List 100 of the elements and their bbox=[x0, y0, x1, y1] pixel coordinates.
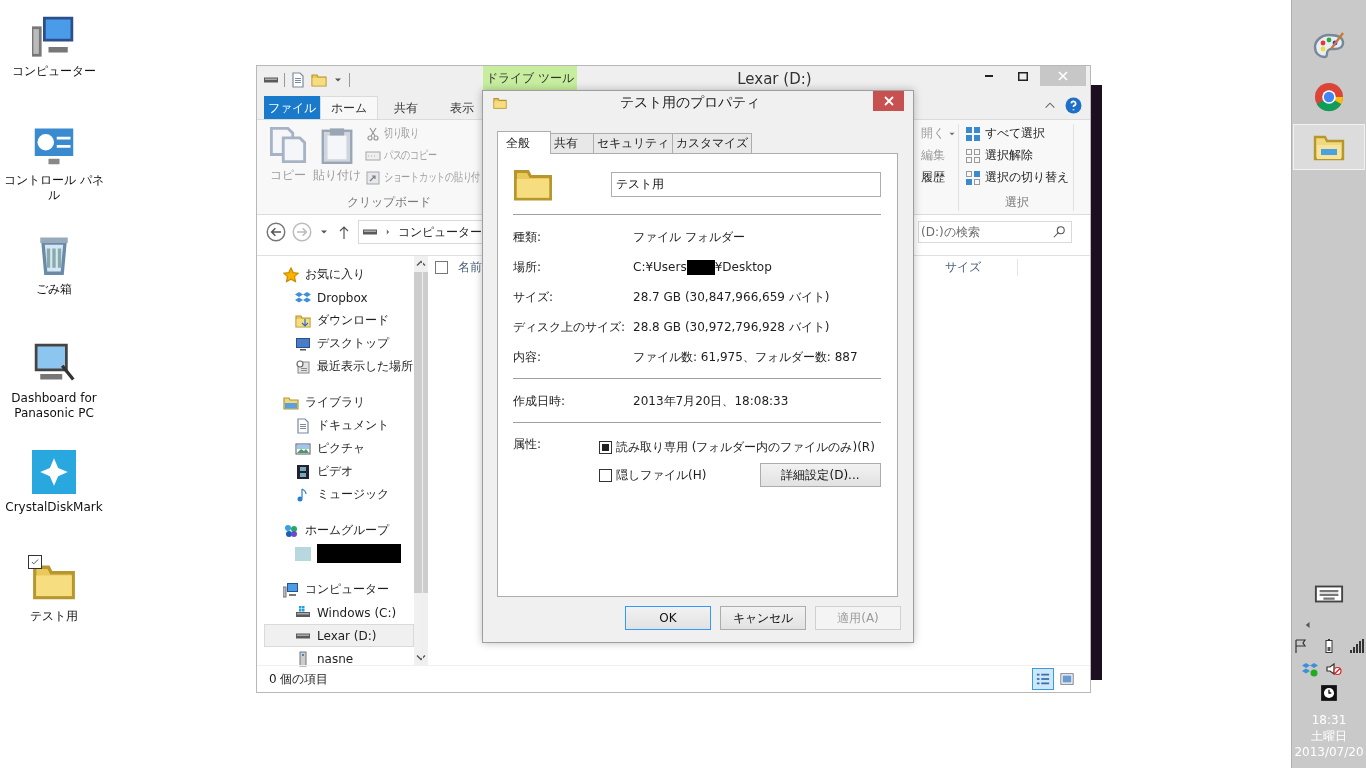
close-icon bbox=[883, 96, 894, 106]
nav-item[interactable]: ダウンロード bbox=[264, 309, 414, 332]
scroll-up-icon[interactable] bbox=[416, 260, 426, 266]
nav-item[interactable]: コンピューター bbox=[264, 578, 414, 601]
dialog-title: テスト用のプロパティ bbox=[619, 94, 761, 112]
scissors-icon bbox=[365, 125, 381, 142]
drive-icon bbox=[263, 77, 279, 83]
column-header[interactable]: サイズ bbox=[937, 258, 1018, 276]
dialog-button[interactable]: キャンセル bbox=[720, 606, 806, 630]
picture-icon bbox=[295, 440, 311, 457]
computer-icon[interactable] bbox=[32, 14, 76, 58]
property-value: ファイル数: 61,975、フォルダー数: 887 bbox=[633, 348, 858, 366]
details-view-icon bbox=[1036, 672, 1050, 686]
dialog-tab[interactable]: セキュリティ bbox=[593, 133, 673, 153]
property-value: ¥Desktop bbox=[714, 260, 772, 274]
ribbon-small-button[interactable]: 履歴 bbox=[921, 168, 957, 187]
ribbon-small-button[interactable]: 選択解除 bbox=[965, 146, 1069, 165]
nav-item[interactable]: ライブラリ bbox=[264, 391, 414, 414]
properties-icon[interactable] bbox=[290, 72, 306, 88]
desktop-icon-label[interactable]: CrystalDiskMark bbox=[5, 500, 103, 515]
property-value: 2013年7月20日、18:08:33 bbox=[633, 392, 789, 410]
nav-item[interactable]: ドキュメント bbox=[264, 414, 414, 437]
invert-selection-icon bbox=[965, 169, 981, 186]
ribbon-small-button[interactable]: すべて選択 bbox=[965, 124, 1069, 143]
property-label: 属性: bbox=[513, 436, 543, 453]
property-label: サイズ: bbox=[513, 288, 555, 306]
property-label: 場所: bbox=[513, 258, 543, 276]
property-label: ディスク上のサイズ: bbox=[513, 318, 627, 336]
nav-item[interactable]: デスクトップ bbox=[264, 332, 414, 355]
ribbon-group-label: クリップボード bbox=[346, 194, 431, 211]
document-icon bbox=[295, 417, 311, 434]
scroll-down-icon[interactable] bbox=[416, 655, 426, 661]
nav-item[interactable]: ミュージック bbox=[264, 483, 414, 506]
ribbon-group-label: 選択 bbox=[1005, 194, 1029, 211]
nav-item[interactable]: Dropbox bbox=[264, 286, 414, 309]
status-text: 0 個の項目 bbox=[269, 670, 329, 688]
selection-checkbox[interactable] bbox=[28, 555, 42, 569]
redaction-block bbox=[686, 259, 715, 275]
signal-icon[interactable] bbox=[1349, 638, 1365, 654]
desktop-icon-label[interactable]: Dashboard for Panasonic PC bbox=[1, 391, 107, 421]
nav-item[interactable]: 最近表示した場所 bbox=[264, 355, 414, 378]
drive-icon bbox=[362, 229, 378, 235]
select-none-icon bbox=[965, 147, 981, 164]
avatar-picture-placeholder bbox=[295, 545, 311, 562]
ribbon-small-button[interactable]: 選択の切り替え bbox=[965, 168, 1069, 187]
library-folder-icon bbox=[283, 394, 299, 411]
shortcut-icon bbox=[365, 169, 381, 186]
select-all-checkbox[interactable] bbox=[435, 260, 448, 274]
help-icon[interactable] bbox=[1065, 96, 1082, 114]
nav-item[interactable]: ホームグループ bbox=[264, 519, 414, 542]
muted-speaker-icon[interactable] bbox=[1326, 661, 1342, 677]
desktop-icon-label[interactable]: コンピューター bbox=[12, 64, 96, 79]
advanced-button[interactable]: 詳細設定(D)... bbox=[760, 463, 881, 487]
desktop-icon-label[interactable]: ごみ箱 bbox=[36, 282, 72, 297]
ribbon-tab[interactable]: 共有 bbox=[378, 96, 434, 119]
ribbon-tab[interactable]: ファイル bbox=[264, 96, 320, 119]
browser-logo-icon bbox=[1313, 81, 1345, 113]
film-icon bbox=[295, 463, 311, 480]
close-button[interactable] bbox=[873, 91, 904, 111]
select-all-icon bbox=[965, 125, 981, 142]
flag-icon[interactable] bbox=[1293, 638, 1309, 654]
copy-icon bbox=[269, 126, 307, 164]
desktop-icon-label[interactable]: テスト用 bbox=[30, 609, 78, 624]
window-title: Lexar (D:) bbox=[736, 70, 813, 90]
property-value: 28.7 GB (30,847,966,659 バイト) bbox=[633, 288, 830, 306]
context-tab[interactable]: ドライブ ツール bbox=[483, 66, 577, 91]
attribute-checkbox[interactable]: 隠しファイル(H) bbox=[599, 466, 707, 484]
search-icon[interactable] bbox=[1052, 225, 1066, 239]
recent-places-icon bbox=[295, 358, 311, 375]
dialog-tab[interactable]: 共有 bbox=[550, 133, 594, 153]
property-value: C:¥Users bbox=[633, 260, 687, 274]
folder-icon bbox=[493, 96, 507, 110]
tick-icon bbox=[30, 557, 40, 567]
dialog-tab[interactable]: カスタマイズ bbox=[672, 133, 752, 153]
computer-icon bbox=[283, 581, 299, 598]
nav-item[interactable]: Windows (C:) bbox=[264, 601, 414, 624]
nav-item[interactable]: お気に入り bbox=[264, 263, 414, 286]
back-icon[interactable] bbox=[266, 222, 286, 242]
name-field[interactable]: テスト用 bbox=[611, 171, 881, 197]
clock-app-icon[interactable] bbox=[1320, 684, 1338, 702]
attribute-checkbox[interactable]: 読み取り専用 (フォルダー内のファイルのみ)(R) bbox=[599, 438, 875, 456]
maximize-icon bbox=[1018, 71, 1028, 81]
view-toggle-button[interactable] bbox=[1032, 668, 1054, 690]
search-field[interactable]: (D:)の検索 bbox=[918, 221, 1072, 243]
flower-tile-icon[interactable] bbox=[32, 450, 76, 494]
property-label: 内容: bbox=[513, 348, 543, 366]
nav-item[interactable]: ビデオ bbox=[264, 460, 414, 483]
dialog-button[interactable]: OK bbox=[625, 606, 711, 630]
ribbon-tab[interactable]: ホーム bbox=[320, 96, 378, 119]
dialog-tab[interactable]: 全般 bbox=[497, 131, 551, 154]
monitor-icon bbox=[295, 335, 311, 352]
breadcrumb[interactable]: コンピューター bbox=[398, 223, 482, 241]
download-folder-icon bbox=[295, 312, 311, 329]
taskbar-button[interactable] bbox=[1293, 124, 1365, 170]
desktop-icon-label[interactable]: コントロール パネル bbox=[1, 173, 107, 203]
nav-item[interactable]: ピクチャ bbox=[264, 437, 414, 460]
star-icon bbox=[283, 266, 299, 283]
drive-icon bbox=[295, 632, 311, 639]
nav-item[interactable]: nasne bbox=[264, 647, 414, 670]
nav-item[interactable]: Lexar (D:) bbox=[264, 624, 414, 647]
